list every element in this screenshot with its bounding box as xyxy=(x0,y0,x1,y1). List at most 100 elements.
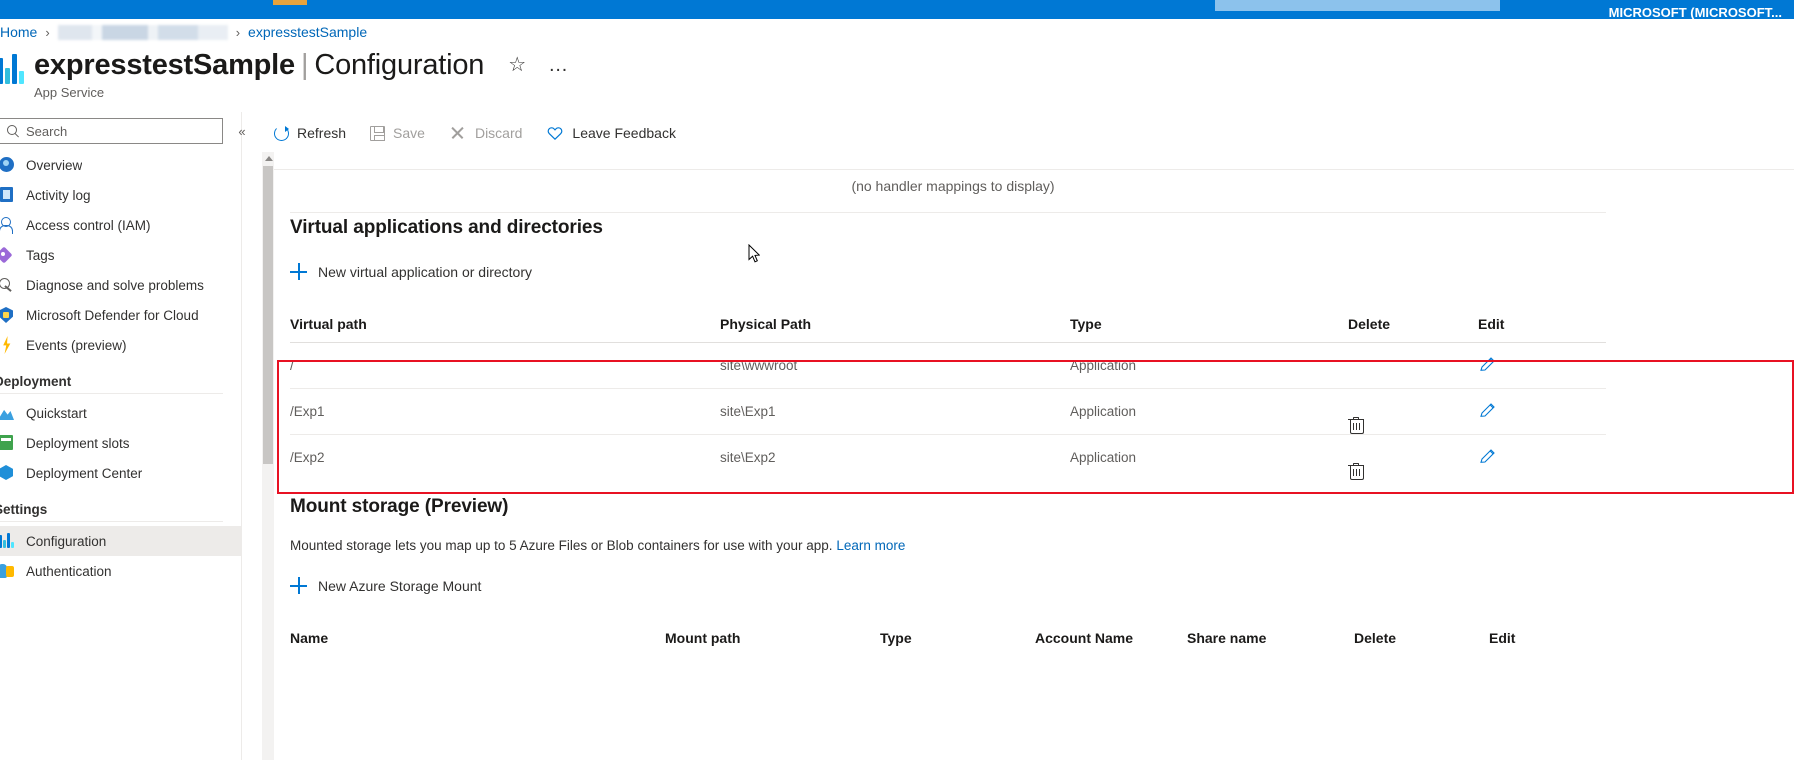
discard-label: Discard xyxy=(474,125,523,141)
activity-log-icon xyxy=(0,186,19,204)
mouse-cursor xyxy=(748,244,760,263)
authentication-icon xyxy=(0,562,19,580)
sidebar-item-deployment-slots[interactable]: Deployment slots xyxy=(0,428,241,458)
sidebar-item-label: Overview xyxy=(26,157,83,173)
access-control-icon xyxy=(0,216,19,234)
edit-pencil-icon[interactable] xyxy=(1478,446,1498,469)
sidebar-divider-2 xyxy=(0,521,223,522)
cell-delete xyxy=(1348,388,1478,435)
new-azure-storage-mount-button[interactable]: New Azure Storage Mount xyxy=(290,577,481,595)
sidebar-item-authentication[interactable]: Authentication xyxy=(0,556,241,586)
cell-physical-path: site\wwwroot xyxy=(720,342,1070,389)
cell-delete xyxy=(1348,434,1478,480)
collapse-menu-icon[interactable]: « xyxy=(232,122,252,142)
cell-physical-path: site\Exp1 xyxy=(720,388,1070,435)
cell-type: Application xyxy=(1070,434,1348,480)
breadcrumb-separator-1: › xyxy=(45,24,50,40)
breadcrumb-redacted-item[interactable] xyxy=(57,24,228,40)
column-header-share-name: Share name xyxy=(1187,630,1267,646)
content-top-divider xyxy=(274,169,1794,170)
sidebar-item-defender[interactable]: Microsoft Defender for Cloud xyxy=(0,300,241,330)
sidebar-item-label: Activity log xyxy=(26,187,91,203)
scroll-up-arrow-icon[interactable] xyxy=(265,156,273,161)
refresh-button[interactable]: Refresh xyxy=(262,117,358,149)
discard-icon xyxy=(449,124,467,142)
scrollbar-thumb[interactable] xyxy=(263,166,273,464)
configuration-icon xyxy=(0,532,19,550)
no-handler-mappings-text: (no handler mappings to display) xyxy=(851,178,1055,194)
lightning-icon xyxy=(0,336,19,354)
content-scrollbar[interactable] xyxy=(262,152,274,760)
save-label: Save xyxy=(393,125,425,141)
shield-icon xyxy=(0,306,19,324)
command-bar: Refresh Save Discard Leave Feedback xyxy=(262,114,688,152)
refresh-label: Refresh xyxy=(297,125,347,141)
sidebar-item-access-control[interactable]: Access control (IAM) xyxy=(0,210,241,240)
search-box[interactable] xyxy=(0,118,223,144)
save-button[interactable]: Save xyxy=(358,117,437,149)
table-row[interactable]: /Exp1 site\Exp1 Application xyxy=(290,388,1606,435)
cell-virtual-path: /Exp2 xyxy=(290,434,720,480)
breadcrumb-separator-2: › xyxy=(235,24,241,40)
discard-button[interactable]: Discard xyxy=(437,117,534,149)
sidebar-item-label: Diagnose and solve problems xyxy=(26,277,204,293)
azure-portal-page: MICROSOFT (MICROSOFT... Home › › express… xyxy=(0,0,1794,760)
sidebar-item-quickstart[interactable]: Quickstart xyxy=(0,398,241,428)
sidebar-item-configuration[interactable]: Configuration xyxy=(0,526,241,556)
sidebar-item-deployment-center[interactable]: Deployment Center xyxy=(0,458,241,488)
new-azure-storage-mount-label: New Azure Storage Mount xyxy=(318,578,482,594)
page-title-separator: | xyxy=(300,49,309,81)
wrench-icon xyxy=(0,276,19,294)
sidebar-item-label: Deployment Center xyxy=(26,465,143,481)
redacted-region xyxy=(1215,0,1500,11)
sidebar-item-overview[interactable]: Overview xyxy=(0,150,241,180)
sidebar-item-activity-log[interactable]: Activity log xyxy=(0,180,241,210)
sidebar-group-deployment: Deployment xyxy=(0,374,72,389)
page-title-resource: expresstestSample xyxy=(34,49,295,81)
new-virtual-application-label: New virtual application or directory xyxy=(318,264,532,280)
search-input[interactable] xyxy=(26,123,216,139)
breadcrumb-current[interactable]: expresstestSample xyxy=(248,24,367,40)
cell-virtual-path: / xyxy=(290,342,720,389)
sidebar-item-label: Deployment slots xyxy=(26,435,130,451)
mount-storage-description: Mounted storage lets you map up to 5 Azu… xyxy=(290,538,833,553)
mount-storage-heading: Mount storage (Preview) xyxy=(290,496,509,517)
virtual-apps-heading: Virtual applications and directories xyxy=(290,217,603,238)
sidebar-item-label: Events (preview) xyxy=(26,337,127,353)
breadcrumb: Home › › expresstestSample xyxy=(0,19,367,45)
new-virtual-application-button[interactable]: New virtual application or directory xyxy=(290,263,532,281)
configuration-content: (no handler mappings to display) Virtual… xyxy=(262,152,1794,760)
sidebar-item-label: Configuration xyxy=(26,533,107,549)
table-header-row: Name Mount path Type Account Name Share … xyxy=(290,630,1606,656)
more-options-icon[interactable]: … xyxy=(548,55,569,75)
column-header-name: Name xyxy=(290,630,329,646)
table-row[interactable]: / site\wwwroot Application xyxy=(290,342,1606,389)
page-title-section: Configuration xyxy=(314,49,485,81)
cell-type: Application xyxy=(1070,388,1348,435)
sidebar-item-diagnose[interactable]: Diagnose and solve problems xyxy=(0,270,241,300)
table-header-row: Virtual path Physical Path Type Delete E… xyxy=(290,316,1606,343)
cell-type: Application xyxy=(1070,342,1348,389)
column-header-physical-path: Physical Path xyxy=(720,316,812,332)
sidebar-item-label: Microsoft Defender for Cloud xyxy=(26,307,199,323)
cell-physical-path: site\Exp2 xyxy=(720,434,1070,480)
sidebar-item-tags[interactable]: Tags xyxy=(0,240,241,270)
sidebar-item-events[interactable]: Events (preview) xyxy=(0,330,241,360)
sidebar-divider-1 xyxy=(0,393,223,394)
cell-edit xyxy=(1478,388,1606,435)
edit-pencil-icon[interactable] xyxy=(1478,354,1498,377)
favorite-star-icon[interactable]: ☆ xyxy=(508,55,526,75)
cell-virtual-path: /Exp1 xyxy=(290,388,720,435)
tag-icon xyxy=(0,246,19,264)
learn-more-link[interactable]: Learn more xyxy=(836,538,905,553)
rocket-icon xyxy=(0,404,19,422)
save-icon xyxy=(370,126,386,141)
table-row[interactable]: /Exp2 site\Exp2 Application xyxy=(290,434,1606,480)
column-header-delete: Delete xyxy=(1348,316,1391,332)
tenant-label: MICROSOFT (MICROSOFT... xyxy=(1608,5,1782,19)
leave-feedback-button[interactable]: Leave Feedback xyxy=(534,117,688,149)
sidebar-item-label: Quickstart xyxy=(26,405,87,421)
breadcrumb-home[interactable]: Home xyxy=(0,24,37,40)
search-icon xyxy=(6,124,20,138)
edit-pencil-icon[interactable] xyxy=(1478,400,1498,423)
